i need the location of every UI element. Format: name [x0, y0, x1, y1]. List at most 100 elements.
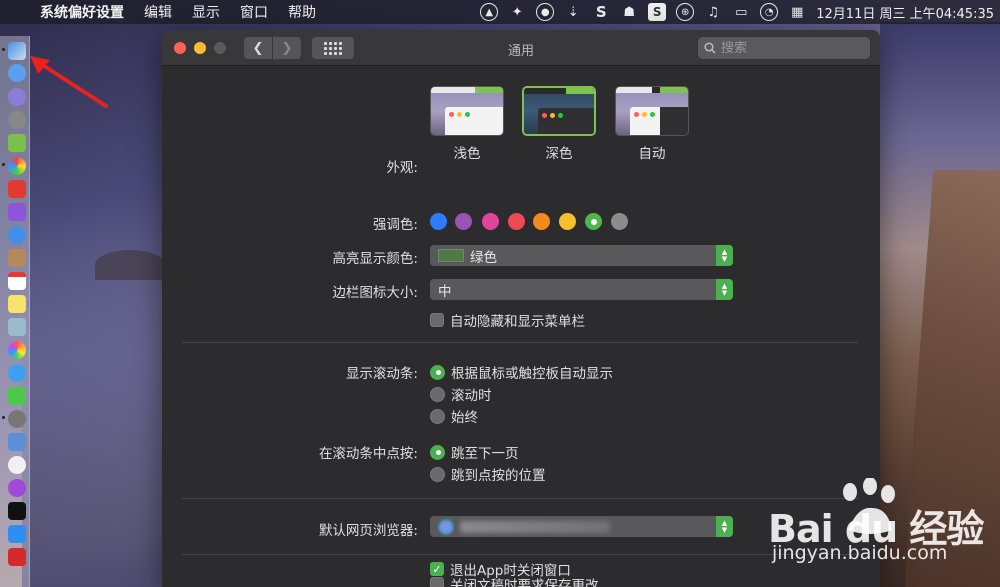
music-icon[interactable]: ♫ [704, 3, 722, 21]
search-field[interactable] [698, 37, 870, 59]
click-next-page-label: 跳至下一页 [451, 446, 519, 462]
accent-graphite-swatch[interactable] [611, 213, 628, 230]
appearance-light-option[interactable]: 浅色 [430, 86, 504, 162]
finder-icon[interactable] [8, 42, 26, 60]
scrollbars-option-always[interactable]: 始终 [430, 406, 478, 426]
sougou-icon[interactable]: S [648, 3, 667, 21]
highlight-color-select[interactable]: 绿色 ▲ ▼ [430, 245, 733, 266]
fox-icon[interactable]: ✦ [508, 3, 526, 21]
browser-name-redacted [460, 520, 610, 533]
auto-hide-menubar-checkbox[interactable] [430, 313, 444, 327]
status-area: ▲ ✦ ● ⇣ S ☗ S ⊕ ♫ ▭ ◔ ▦ 12月11日 周三 上午04:4… [480, 0, 994, 24]
accent-blue-swatch[interactable] [430, 213, 447, 230]
scrollbars-option-automatic[interactable]: 根据鼠标或触控板自动显示 [430, 362, 613, 382]
menu-app-name[interactable]: 系统偏好设置 [40, 2, 124, 22]
sync-icon[interactable]: ● [536, 3, 555, 21]
select-stepper-icon: ▲ ▼ [716, 245, 733, 266]
appearance-auto-label: 自动 [638, 146, 666, 162]
click-scrollbar-next-page[interactable]: 跳至下一页 [430, 442, 519, 462]
download-icon[interactable]: ⇣ [564, 3, 582, 21]
photos-icon[interactable] [8, 341, 26, 359]
navigation-icon[interactable]: ▲ [480, 3, 499, 21]
show-scrollbars-label: 显示滚动条: [345, 366, 418, 382]
accent-green-swatch[interactable] [585, 213, 602, 230]
red-arrow-annotation [30, 56, 108, 108]
accent-purple-swatch[interactable] [455, 213, 472, 230]
highlight-color-label: 高亮显示颜色: [332, 251, 418, 267]
default-browser-select[interactable]: ▲ ▼ [430, 516, 733, 537]
calendar-icon[interactable]: ▦ [788, 3, 806, 21]
default-browser-label: 默认网页浏览器: [318, 523, 418, 539]
maps-icon[interactable] [8, 318, 26, 336]
appearance-dark-option[interactable]: 深色 [522, 86, 596, 162]
facetime-icon[interactable] [8, 387, 26, 405]
clock[interactable]: 12月11日 周三 上午04:45:35 [816, 3, 994, 22]
wps-icon[interactable] [8, 180, 26, 198]
watermark-url: jingyan.baidu.com [772, 542, 948, 564]
messages-icon[interactable] [8, 364, 26, 382]
s-icon[interactable]: S [592, 3, 610, 21]
chrome-icon[interactable] [8, 157, 26, 175]
launchpad-icon[interactable] [8, 111, 26, 129]
calendar-app-icon[interactable] [8, 272, 26, 290]
screen-share-icon[interactable]: ▭ [732, 3, 750, 21]
accent-pink-swatch[interactable] [482, 213, 499, 230]
dock-running-dot [2, 416, 5, 419]
click-jump-spot-label: 跳到点按的位置 [451, 468, 546, 484]
dock [0, 36, 30, 587]
podcasts-icon[interactable] [8, 479, 26, 497]
system-preferences-icon[interactable] [8, 410, 26, 428]
menu-help[interactable]: 帮助 [288, 2, 316, 22]
section-divider [182, 554, 858, 555]
select-stepper-icon: ▲ ▼ [716, 279, 733, 300]
safari-icon[interactable] [8, 226, 26, 244]
scrollbars-scrolling-radio[interactable] [430, 386, 445, 402]
speedometer-icon[interactable]: ◔ [760, 3, 779, 21]
auto-hide-menubar-label: 自动隐藏和显示菜单栏 [450, 314, 585, 330]
menu-edit[interactable]: 编辑 [144, 2, 172, 22]
browser-icon [438, 518, 454, 535]
menu-view[interactable]: 显示 [192, 2, 220, 22]
scrollbars-option-scrolling[interactable]: 滚动时 [430, 384, 492, 404]
app-store-icon[interactable] [8, 64, 26, 82]
close-windows-row[interactable]: ✓ 退出App时关闭窗口 [430, 559, 571, 579]
search-input[interactable] [721, 40, 861, 56]
siri-icon[interactable] [8, 88, 26, 106]
music-app-icon[interactable] [8, 456, 26, 474]
appearance-light-label: 浅色 [453, 146, 481, 162]
contacts-icon[interactable] [8, 249, 26, 267]
scrollbars-automatic-radio[interactable] [430, 364, 445, 380]
click-next-page-radio[interactable] [430, 444, 445, 460]
appearance-auto-option[interactable]: 自动 [615, 86, 689, 162]
appearance-light-thumbnail[interactable] [430, 86, 504, 136]
close-windows-checkbox[interactable]: ✓ [430, 562, 444, 576]
wallpaper-island [95, 250, 165, 280]
accent-orange-swatch[interactable] [533, 213, 550, 230]
menu-window[interactable]: 窗口 [240, 2, 268, 22]
appearance-dark-thumbnail[interactable] [522, 86, 596, 136]
auto-hide-menubar-row[interactable]: 自动隐藏和显示菜单栏 [430, 310, 585, 330]
stickies-icon[interactable] [8, 295, 26, 313]
baidu-watermark: Bai du 经验 jingyan.baidu.com [768, 478, 1000, 587]
appearance-auto-thumbnail[interactable] [615, 86, 689, 136]
notes-app-icon[interactable] [8, 203, 26, 221]
titlebar[interactable]: ❮ ❯ 通用 [162, 30, 880, 66]
ghost-icon[interactable]: ☗ [620, 3, 638, 21]
scrollbars-scrolling-label: 滚动时 [451, 388, 492, 404]
android-icon[interactable] [8, 134, 26, 152]
click-scrollbar-jump-spot[interactable]: 跳到点按的位置 [430, 464, 546, 484]
accent-yellow-swatch[interactable] [559, 213, 576, 230]
accent-red-swatch[interactable] [508, 213, 525, 230]
section-divider [182, 342, 858, 343]
keynote-icon[interactable] [8, 433, 26, 451]
click-jump-spot-radio[interactable] [430, 466, 445, 482]
sidebar-icon-size-select[interactable]: 中 ▲ ▼ [430, 279, 733, 300]
globe-icon[interactable]: ⊕ [676, 3, 695, 21]
sidebar-icon-size-label: 边栏图标大小: [332, 285, 418, 301]
scrollbars-always-radio[interactable] [430, 408, 445, 424]
apple-tv-icon[interactable] [8, 502, 26, 520]
vivaldi-icon[interactable] [8, 548, 26, 566]
app-store-update-icon[interactable] [8, 525, 26, 543]
menubar: 系统偏好设置 编辑 显示 窗口 帮助 ▲ ✦ ● ⇣ S ☗ S ⊕ ♫ ▭ ◔… [0, 0, 1000, 24]
dock-running-dot [2, 163, 5, 166]
